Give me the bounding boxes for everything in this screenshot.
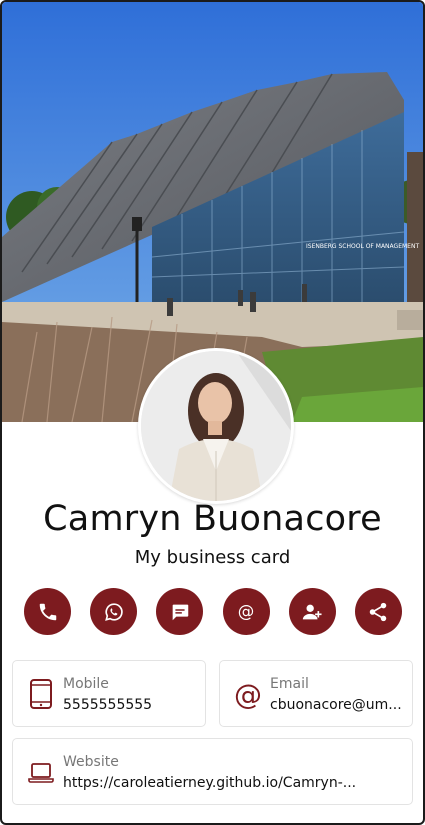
whatsapp-button[interactable] <box>90 588 138 635</box>
email-label: Email <box>270 676 309 692</box>
email-value: cbuonacore@um... <box>270 697 402 713</box>
message-button[interactable] <box>156 588 204 635</box>
laptop-icon <box>28 763 54 783</box>
business-card-frame: ISENBERG SCHOOL OF MANAGEMENT Camryn Buo… <box>0 0 425 825</box>
website-card[interactable]: Website https://caroleatierney.github.io… <box>12 738 413 805</box>
mobile-card[interactable]: Mobile 5555555555 <box>12 660 206 727</box>
call-button[interactable] <box>24 588 71 635</box>
website-label: Website <box>63 754 119 770</box>
at-icon: @ <box>238 602 255 621</box>
action-buttons: @ <box>24 588 402 636</box>
whatsapp-icon <box>104 602 123 621</box>
avatar <box>138 348 294 504</box>
phone-icon <box>39 603 56 620</box>
website-value: https://caroleatierney.github.io/Camryn-… <box>63 775 357 791</box>
profile-subtitle: My business card <box>134 547 291 568</box>
message-icon <box>172 604 189 620</box>
share-icon <box>370 602 387 621</box>
email-card[interactable]: @ Email cbuonacore@um... <box>219 660 413 727</box>
svg-text:@: @ <box>234 679 262 709</box>
email-button[interactable]: @ <box>222 588 270 635</box>
add-contact-icon <box>303 604 322 619</box>
svg-text:@: @ <box>238 602 255 621</box>
mobile-value: 5555555555 <box>63 697 153 713</box>
add-contact-button[interactable] <box>288 588 336 635</box>
at-icon: @ <box>234 679 262 709</box>
share-button[interactable] <box>354 588 402 635</box>
mobile-phone-icon <box>30 679 52 709</box>
building-sign: ISENBERG SCHOOL OF MANAGEMENT <box>306 243 419 250</box>
mobile-label: Mobile <box>63 676 109 692</box>
profile-name: Camryn Buonacore <box>43 499 382 539</box>
